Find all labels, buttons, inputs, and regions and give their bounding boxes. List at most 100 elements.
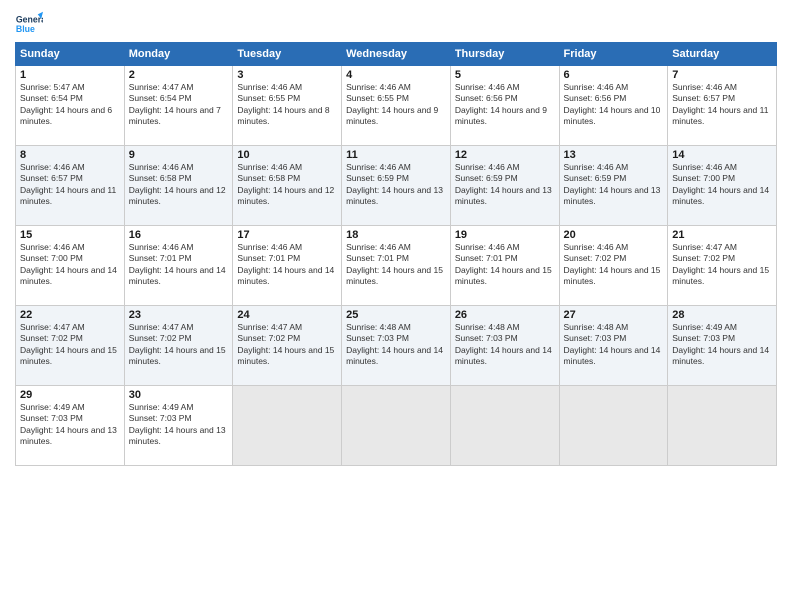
- calendar-day-cell: [450, 386, 559, 466]
- calendar-day-cell: 29 Sunrise: 4:49 AM Sunset: 7:03 PM Dayl…: [16, 386, 125, 466]
- svg-text:Blue: Blue: [16, 24, 35, 34]
- day-number: 27: [564, 309, 664, 321]
- day-info: Sunrise: 4:49 AM Sunset: 7:03 PM Dayligh…: [672, 322, 772, 368]
- day-info: Sunrise: 4:46 AM Sunset: 6:58 PM Dayligh…: [237, 162, 337, 208]
- calendar-week-row: 15 Sunrise: 4:46 AM Sunset: 7:00 PM Dayl…: [16, 226, 777, 306]
- logo-icon: General Blue: [15, 10, 43, 38]
- day-number: 5: [455, 69, 555, 81]
- calendar-day-cell: 8 Sunrise: 4:46 AM Sunset: 6:57 PM Dayli…: [16, 146, 125, 226]
- day-info: Sunrise: 4:47 AM Sunset: 7:02 PM Dayligh…: [237, 322, 337, 368]
- calendar-day-cell: 15 Sunrise: 4:46 AM Sunset: 7:00 PM Dayl…: [16, 226, 125, 306]
- calendar-day-cell: 28 Sunrise: 4:49 AM Sunset: 7:03 PM Dayl…: [668, 306, 777, 386]
- day-info: Sunrise: 4:46 AM Sunset: 6:59 PM Dayligh…: [455, 162, 555, 208]
- day-number: 21: [672, 229, 772, 241]
- calendar-day-cell: 10 Sunrise: 4:46 AM Sunset: 6:58 PM Dayl…: [233, 146, 342, 226]
- day-info: Sunrise: 4:46 AM Sunset: 6:59 PM Dayligh…: [564, 162, 664, 208]
- calendar-day-cell: 14 Sunrise: 4:46 AM Sunset: 7:00 PM Dayl…: [668, 146, 777, 226]
- weekday-header-row: SundayMondayTuesdayWednesdayThursdayFrid…: [16, 43, 777, 66]
- day-info: Sunrise: 4:46 AM Sunset: 6:56 PM Dayligh…: [564, 82, 664, 128]
- calendar-day-cell: 26 Sunrise: 4:48 AM Sunset: 7:03 PM Dayl…: [450, 306, 559, 386]
- day-number: 30: [129, 389, 229, 401]
- day-info: Sunrise: 4:47 AM Sunset: 6:54 PM Dayligh…: [129, 82, 229, 128]
- calendar-day-cell: 5 Sunrise: 4:46 AM Sunset: 6:56 PM Dayli…: [450, 66, 559, 146]
- day-info: Sunrise: 4:48 AM Sunset: 7:03 PM Dayligh…: [346, 322, 446, 368]
- day-number: 24: [237, 309, 337, 321]
- calendar-day-cell: 7 Sunrise: 4:46 AM Sunset: 6:57 PM Dayli…: [668, 66, 777, 146]
- day-number: 2: [129, 69, 229, 81]
- main-container: General Blue SundayMondayTuesdayWednesda…: [0, 0, 792, 476]
- day-number: 11: [346, 149, 446, 161]
- day-number: 22: [20, 309, 120, 321]
- calendar-day-cell: 1 Sunrise: 5:47 AM Sunset: 6:54 PM Dayli…: [16, 66, 125, 146]
- calendar-day-cell: 6 Sunrise: 4:46 AM Sunset: 6:56 PM Dayli…: [559, 66, 668, 146]
- day-number: 6: [564, 69, 664, 81]
- day-info: Sunrise: 4:46 AM Sunset: 6:55 PM Dayligh…: [237, 82, 337, 128]
- day-number: 12: [455, 149, 555, 161]
- day-number: 14: [672, 149, 772, 161]
- day-info: Sunrise: 4:46 AM Sunset: 6:56 PM Dayligh…: [455, 82, 555, 128]
- day-info: Sunrise: 4:47 AM Sunset: 7:02 PM Dayligh…: [20, 322, 120, 368]
- day-number: 1: [20, 69, 120, 81]
- day-info: Sunrise: 4:48 AM Sunset: 7:03 PM Dayligh…: [455, 322, 555, 368]
- calendar-day-cell: 9 Sunrise: 4:46 AM Sunset: 6:58 PM Dayli…: [124, 146, 233, 226]
- calendar-day-cell: 2 Sunrise: 4:47 AM Sunset: 6:54 PM Dayli…: [124, 66, 233, 146]
- calendar-day-cell: [342, 386, 451, 466]
- calendar-day-cell: 18 Sunrise: 4:46 AM Sunset: 7:01 PM Dayl…: [342, 226, 451, 306]
- day-info: Sunrise: 4:46 AM Sunset: 7:02 PM Dayligh…: [564, 242, 664, 288]
- calendar-week-row: 29 Sunrise: 4:49 AM Sunset: 7:03 PM Dayl…: [16, 386, 777, 466]
- calendar-week-row: 1 Sunrise: 5:47 AM Sunset: 6:54 PM Dayli…: [16, 66, 777, 146]
- day-number: 29: [20, 389, 120, 401]
- day-number: 4: [346, 69, 446, 81]
- calendar-day-cell: 21 Sunrise: 4:47 AM Sunset: 7:02 PM Dayl…: [668, 226, 777, 306]
- calendar-day-cell: 27 Sunrise: 4:48 AM Sunset: 7:03 PM Dayl…: [559, 306, 668, 386]
- day-number: 16: [129, 229, 229, 241]
- calendar-day-cell: 4 Sunrise: 4:46 AM Sunset: 6:55 PM Dayli…: [342, 66, 451, 146]
- day-info: Sunrise: 4:48 AM Sunset: 7:03 PM Dayligh…: [564, 322, 664, 368]
- calendar-week-row: 22 Sunrise: 4:47 AM Sunset: 7:02 PM Dayl…: [16, 306, 777, 386]
- calendar-day-cell: 11 Sunrise: 4:46 AM Sunset: 6:59 PM Dayl…: [342, 146, 451, 226]
- day-number: 9: [129, 149, 229, 161]
- calendar-day-cell: 19 Sunrise: 4:46 AM Sunset: 7:01 PM Dayl…: [450, 226, 559, 306]
- calendar-day-cell: [668, 386, 777, 466]
- day-info: Sunrise: 4:46 AM Sunset: 6:57 PM Dayligh…: [672, 82, 772, 128]
- calendar-day-cell: 16 Sunrise: 4:46 AM Sunset: 7:01 PM Dayl…: [124, 226, 233, 306]
- calendar-day-cell: 13 Sunrise: 4:46 AM Sunset: 6:59 PM Dayl…: [559, 146, 668, 226]
- day-number: 7: [672, 69, 772, 81]
- calendar-day-cell: [559, 386, 668, 466]
- day-info: Sunrise: 4:46 AM Sunset: 7:00 PM Dayligh…: [20, 242, 120, 288]
- calendar-day-cell: 25 Sunrise: 4:48 AM Sunset: 7:03 PM Dayl…: [342, 306, 451, 386]
- day-number: 26: [455, 309, 555, 321]
- day-info: Sunrise: 4:46 AM Sunset: 7:01 PM Dayligh…: [346, 242, 446, 288]
- calendar-day-cell: 3 Sunrise: 4:46 AM Sunset: 6:55 PM Dayli…: [233, 66, 342, 146]
- day-number: 20: [564, 229, 664, 241]
- calendar-day-cell: [233, 386, 342, 466]
- day-number: 15: [20, 229, 120, 241]
- day-number: 10: [237, 149, 337, 161]
- weekday-header-cell: Sunday: [16, 43, 125, 66]
- header: General Blue: [15, 10, 777, 38]
- day-number: 3: [237, 69, 337, 81]
- day-info: Sunrise: 4:46 AM Sunset: 6:58 PM Dayligh…: [129, 162, 229, 208]
- weekday-header-cell: Thursday: [450, 43, 559, 66]
- day-info: Sunrise: 4:46 AM Sunset: 7:01 PM Dayligh…: [237, 242, 337, 288]
- day-info: Sunrise: 4:49 AM Sunset: 7:03 PM Dayligh…: [20, 402, 120, 448]
- logo: General Blue: [15, 10, 43, 38]
- day-info: Sunrise: 4:47 AM Sunset: 7:02 PM Dayligh…: [129, 322, 229, 368]
- day-number: 23: [129, 309, 229, 321]
- calendar-body: 1 Sunrise: 5:47 AM Sunset: 6:54 PM Dayli…: [16, 66, 777, 466]
- weekday-header-cell: Friday: [559, 43, 668, 66]
- day-info: Sunrise: 4:46 AM Sunset: 6:55 PM Dayligh…: [346, 82, 446, 128]
- day-info: Sunrise: 5:47 AM Sunset: 6:54 PM Dayligh…: [20, 82, 120, 128]
- day-number: 19: [455, 229, 555, 241]
- calendar-day-cell: 30 Sunrise: 4:49 AM Sunset: 7:03 PM Dayl…: [124, 386, 233, 466]
- calendar-day-cell: 12 Sunrise: 4:46 AM Sunset: 6:59 PM Dayl…: [450, 146, 559, 226]
- day-info: Sunrise: 4:46 AM Sunset: 7:01 PM Dayligh…: [129, 242, 229, 288]
- day-number: 18: [346, 229, 446, 241]
- calendar-table: SundayMondayTuesdayWednesdayThursdayFrid…: [15, 42, 777, 466]
- day-number: 17: [237, 229, 337, 241]
- day-info: Sunrise: 4:49 AM Sunset: 7:03 PM Dayligh…: [129, 402, 229, 448]
- calendar-day-cell: 17 Sunrise: 4:46 AM Sunset: 7:01 PM Dayl…: [233, 226, 342, 306]
- calendar-day-cell: 22 Sunrise: 4:47 AM Sunset: 7:02 PM Dayl…: [16, 306, 125, 386]
- day-info: Sunrise: 4:46 AM Sunset: 7:00 PM Dayligh…: [672, 162, 772, 208]
- day-info: Sunrise: 4:46 AM Sunset: 6:57 PM Dayligh…: [20, 162, 120, 208]
